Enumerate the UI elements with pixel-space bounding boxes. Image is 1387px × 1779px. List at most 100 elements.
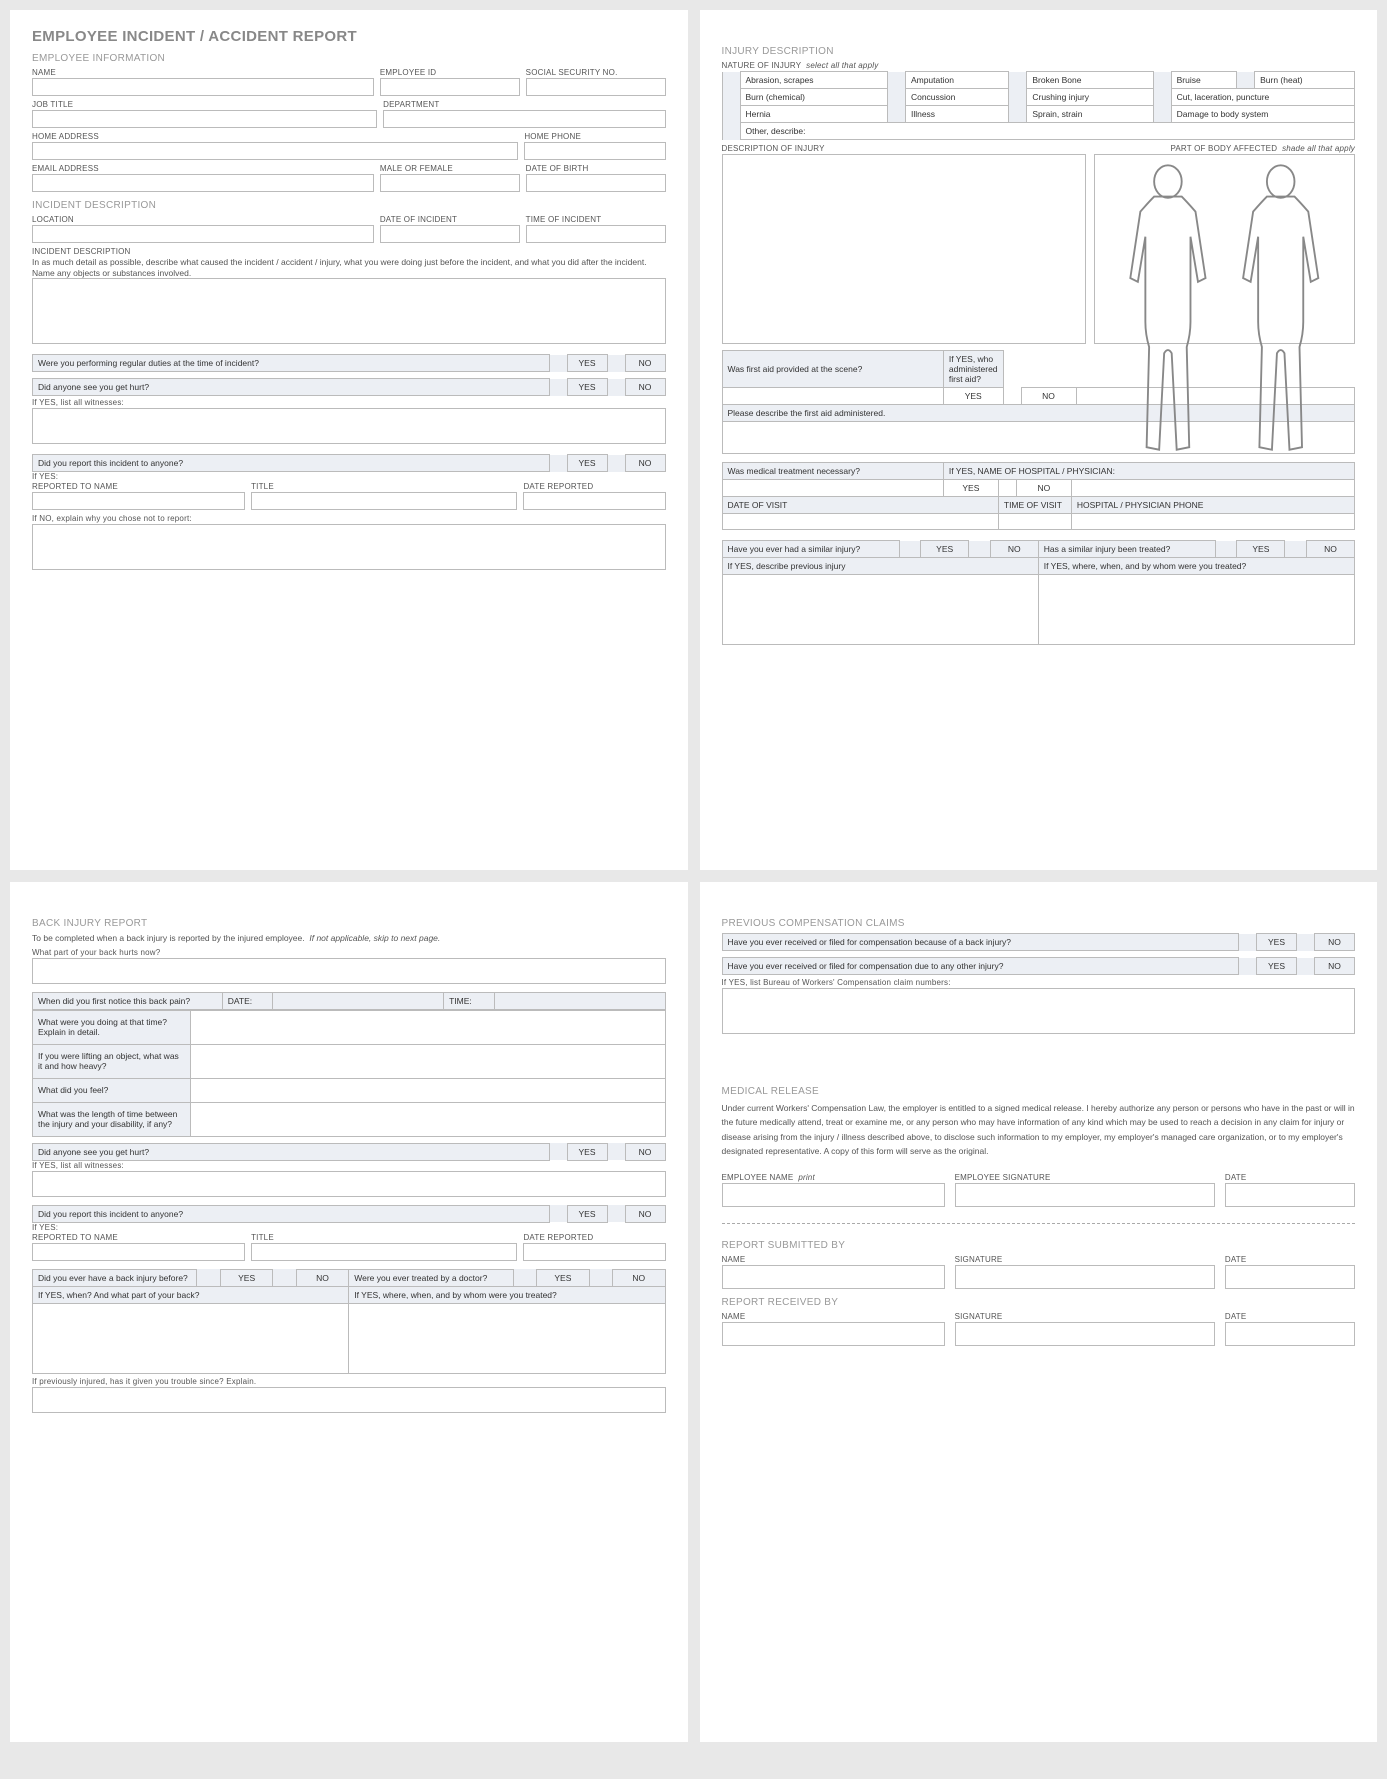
no-2[interactable]: NO [625,379,665,396]
lbl-recsig: SIGNATURE [955,1312,1215,1321]
input-jobtitle[interactable] [32,110,377,128]
input-hpphone[interactable] [1071,514,1354,530]
input-breptitle[interactable] [251,1243,517,1261]
input-brepdate[interactable] [523,1243,665,1261]
input-subsig[interactable] [955,1265,1215,1289]
input-name[interactable] [32,78,374,96]
lbl-homephone: HOME PHONE [524,132,665,141]
yes-bsee[interactable]: YES [567,1143,607,1160]
input-recname[interactable] [722,1322,945,1346]
no-sim[interactable]: NO [990,541,1038,558]
input-back-feel[interactable] [191,1078,665,1102]
lbl-email: EMAIL ADDRESS [32,164,374,173]
lbl-backtime: TIME: [444,992,495,1009]
lbl-print: print [798,1173,815,1182]
body-diagram[interactable] [1094,154,1355,344]
yes-fa[interactable]: YES [943,388,1003,405]
input-empid[interactable] [380,78,520,96]
q-comp1: Have you ever received or filed for comp… [722,934,1239,951]
section-received: REPORT RECEIVED BY [722,1297,1356,1308]
input-inctime[interactable] [526,225,666,243]
no-bsee[interactable]: NO [625,1143,665,1160]
input-ssn[interactable] [526,78,666,96]
lbl-ename: EMPLOYEE NAME [722,1173,794,1182]
yes-doc[interactable]: YES [537,1269,589,1286]
textarea-incdesc[interactable] [32,278,666,344]
input-brepname[interactable] [32,1243,245,1261]
yes-3[interactable]: YES [567,455,607,472]
input-homeaddr[interactable] [32,142,518,160]
no-c1[interactable]: NO [1315,934,1355,951]
no-med[interactable]: NO [1016,480,1071,497]
q-simtreat: Has a similar injury been treated? [1038,541,1215,558]
yes-1[interactable]: YES [567,355,607,372]
no-doc[interactable]: NO [613,1269,665,1286]
lbl-injdesc: DESCRIPTION OF INJURY [722,144,1087,153]
no-st[interactable]: NO [1306,541,1354,558]
input-email[interactable] [32,174,374,192]
yes-2[interactable]: YES [567,379,607,396]
input-gender[interactable] [380,174,520,192]
input-ename[interactable] [722,1183,945,1207]
textarea-prevTreat[interactable] [1038,575,1354,645]
input-homephone[interactable] [524,142,665,160]
input-edate[interactable] [1225,1183,1355,1207]
yes-sim[interactable]: YES [921,541,969,558]
yes-c2[interactable]: YES [1257,958,1297,975]
lbl-brepdate: DATE REPORTED [523,1233,665,1242]
textarea-back-treated[interactable] [349,1303,665,1373]
input-visitdate[interactable] [722,514,998,530]
input-reptitle[interactable] [251,492,517,510]
textarea-back-trouble[interactable] [32,1387,666,1413]
input-subdate[interactable] [1225,1265,1355,1289]
yes-med[interactable]: YES [943,480,998,497]
yes-st[interactable]: YES [1237,541,1285,558]
input-dob[interactable] [526,174,666,192]
textarea-back-when[interactable] [33,1303,349,1373]
input-back-doing[interactable] [191,1010,665,1044]
textarea-claimno[interactable] [722,988,1356,1034]
input-back-length[interactable] [191,1102,665,1136]
yes-c1[interactable]: YES [1257,934,1297,951]
input-repname[interactable] [32,492,245,510]
input-subname[interactable] [722,1265,945,1289]
lbl-visitdate: DATE OF VISIT [722,497,998,514]
lbl-inctime: TIME OF INCIDENT [526,215,666,224]
divider [722,1223,1356,1224]
q-back-report: Did you report this incident to anyone? [33,1205,550,1222]
textarea-injdesc[interactable] [722,154,1087,344]
no-3[interactable]: NO [625,455,665,472]
yes-bb[interactable]: YES [220,1269,272,1286]
input-repdate[interactable] [523,492,665,510]
no-c2[interactable]: NO [1315,958,1355,975]
input-recsig[interactable] [955,1322,1215,1346]
input-esig[interactable] [955,1183,1215,1207]
section-medrel: MEDICAL RELEASE [722,1086,1356,1097]
input-loc[interactable] [32,225,374,243]
textarea-ifno[interactable] [32,524,666,570]
lbl-claimno: If YES, list Bureau of Workers' Compensa… [722,978,1356,987]
no-bb[interactable]: NO [296,1269,348,1286]
form-title: EMPLOYEE INCIDENT / ACCIDENT REPORT [32,28,666,45]
textarea-back-wit[interactable] [32,1171,666,1197]
input-recdate[interactable] [1225,1322,1355,1346]
section-submitted: REPORT SUBMITTED BY [722,1240,1356,1251]
input-back-lift[interactable] [191,1044,665,1078]
textarea-backpart[interactable] [32,958,666,984]
input-dept[interactable] [383,110,665,128]
input-visittime[interactable] [998,514,1071,530]
yes-brep[interactable]: YES [567,1205,607,1222]
lbl-hpphone: HOSPITAL / PHYSICIAN PHONE [1071,497,1354,514]
input-backdate[interactable] [273,992,444,1009]
lbl-repdate: DATE REPORTED [523,482,665,491]
textarea-prevInj[interactable] [722,575,1038,645]
no-fa[interactable]: NO [1021,388,1076,405]
input-backtime[interactable] [494,992,665,1009]
nat-12: Damage to body system [1171,106,1354,123]
no-brep[interactable]: NO [625,1205,665,1222]
no-1[interactable]: NO [625,355,665,372]
q-medtreat: Was medical treatment necessary? [722,463,943,480]
input-incdate[interactable] [380,225,520,243]
textarea-witnesses[interactable] [32,408,666,444]
nat-3: Bruise [1171,72,1236,89]
